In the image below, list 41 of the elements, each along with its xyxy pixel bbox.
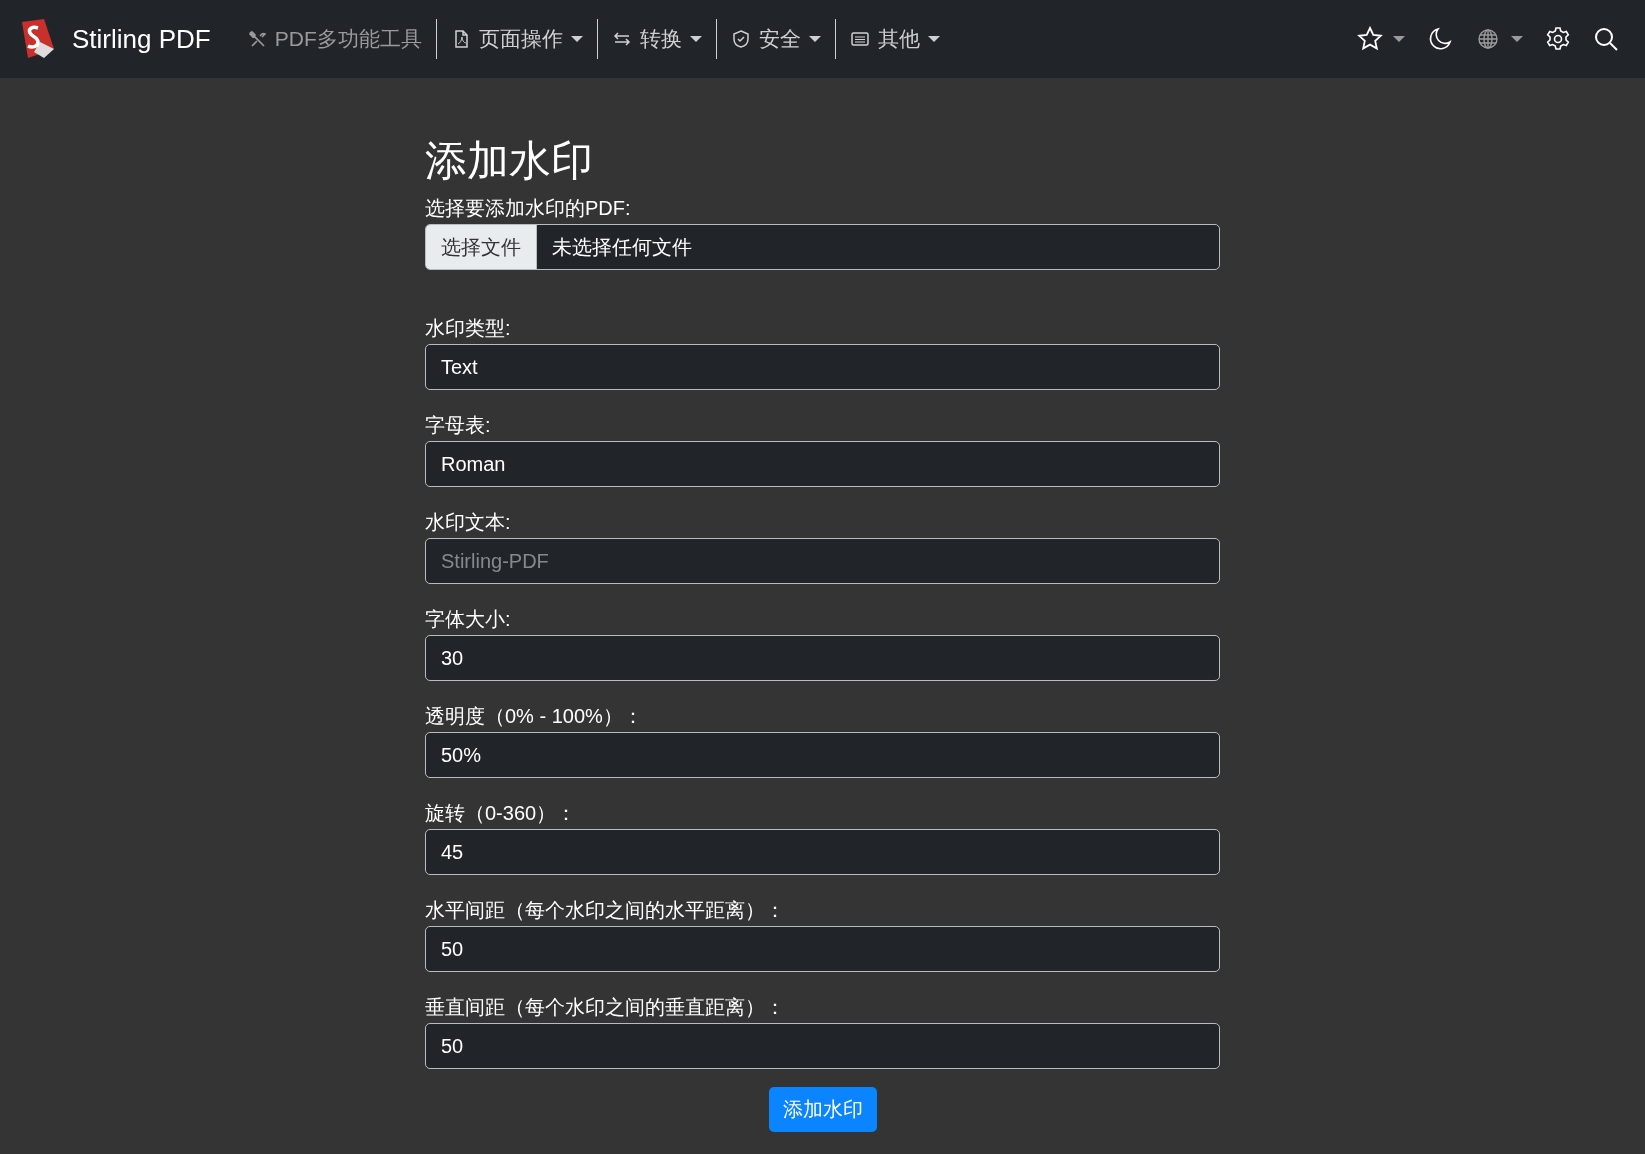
field-label: 字母表: [425, 413, 492, 438]
nav-menu-item[interactable]: 其他 [835, 19, 954, 59]
shield-icon [730, 29, 751, 49]
field-label: 透明度（0% - 100%）： [425, 704, 644, 729]
star-icon[interactable] [1357, 26, 1383, 52]
globe-icon[interactable] [1475, 26, 1501, 52]
field-label: 选择要添加水印的PDF: [425, 196, 632, 221]
caret-icon [808, 35, 821, 43]
caret-icon [689, 35, 702, 43]
input-field[interactable]: 50 [425, 1023, 1220, 1070]
choose-file-button[interactable]: 选择文件 [426, 225, 537, 270]
brand-name[interactable]: Stirling PDF [72, 23, 211, 55]
tools-icon [246, 29, 267, 49]
nav-menu-item[interactable]: 转换 [597, 19, 717, 59]
input-field[interactable]: Roman [425, 441, 1220, 488]
file-status: 未选择任何文件 [551, 234, 692, 260]
field-label: 字体大小: [425, 607, 512, 632]
caret-icon [1393, 35, 1405, 43]
input-field[interactable]: Text [425, 344, 1220, 391]
page-title: 添加水印 [425, 136, 594, 186]
caret-icon [1511, 35, 1523, 43]
input-field[interactable]: 45 [425, 829, 1220, 876]
search-icon[interactable] [1593, 26, 1619, 52]
field-label: 旋转（0-360）： [425, 801, 578, 826]
nav-menu-item[interactable]: 安全 [716, 19, 836, 59]
caret-icon [570, 35, 583, 43]
field-label: 水印文本: [425, 510, 512, 535]
caret-icon [927, 35, 940, 43]
input-field[interactable]: 50% [425, 732, 1220, 779]
nav-menu-item[interactable]: 页面操作 [436, 19, 598, 59]
input-field[interactable]: 50 [425, 926, 1220, 973]
moon-icon[interactable] [1427, 26, 1453, 52]
input-field[interactable]: Stirling-PDF [425, 538, 1220, 585]
settings-icon[interactable] [1545, 26, 1571, 52]
field-label: 垂直间距（每个水印之间的垂直距离）： [425, 995, 786, 1020]
file-input[interactable]: 选择文件 未选择任何文件 [425, 224, 1220, 271]
field-label: 水印类型: [425, 316, 512, 341]
submit-button[interactable]: 添加水印 [768, 1087, 877, 1133]
list-icon [849, 29, 870, 49]
input-field[interactable]: 30 [425, 635, 1220, 682]
field-label: 水平间距（每个水印之间的水平距离）： [425, 898, 786, 923]
